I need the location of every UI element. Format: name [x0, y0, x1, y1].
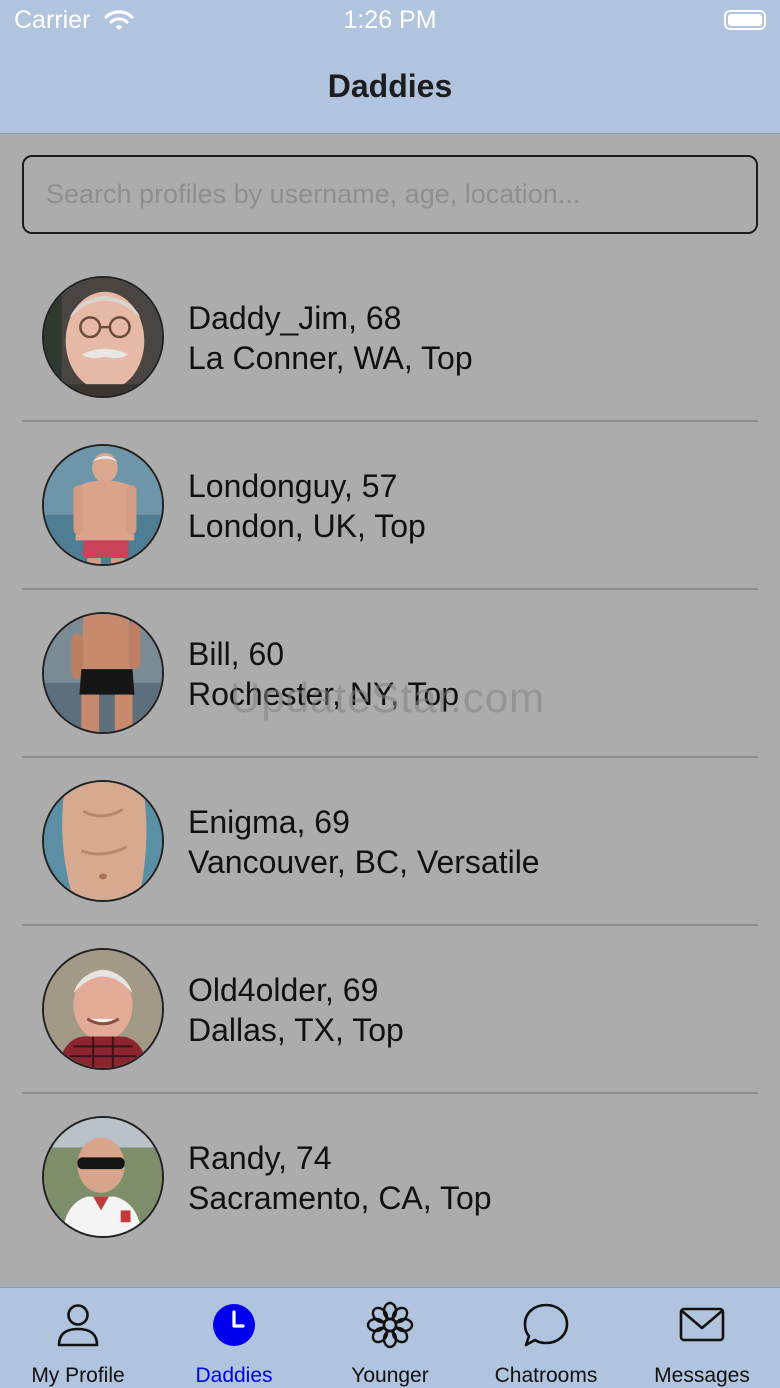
profile-row[interactable]: Randy, 74 Sacramento, CA, Top — [0, 1094, 780, 1262]
tab-my-profile[interactable]: My Profile — [0, 1288, 156, 1388]
tab-label: Younger — [351, 1364, 429, 1387]
tab-bar: My Profile Daddies Younger Chatrooms Mes… — [0, 1287, 780, 1388]
tab-label: Chatrooms — [494, 1364, 598, 1387]
battery-icon — [724, 10, 766, 30]
tab-label: My Profile — [31, 1364, 125, 1387]
profile-name-age: Bill, 60 — [188, 636, 285, 672]
avatar — [42, 1116, 164, 1238]
status-bar: Carrier 1:26 PM — [0, 0, 780, 44]
profile-location-role: La Conner, WA, Top — [188, 340, 473, 376]
avatar — [42, 276, 164, 398]
profile-list: Daddy_Jim, 68 La Conner, WA, Top Londong… — [0, 254, 780, 1262]
clock-label: 1:26 PM — [343, 6, 437, 34]
tab-chatrooms[interactable]: Chatrooms — [468, 1288, 624, 1388]
profile-location-role: Rochester, NY, Top — [188, 676, 459, 712]
profile-row[interactable]: Bill, 60 Rochester, NY, Top — [0, 590, 780, 758]
tab-daddies[interactable]: Daddies — [156, 1288, 312, 1388]
clock-icon — [209, 1300, 259, 1350]
profile-location-role: Dallas, TX, Top — [188, 1012, 404, 1048]
profile-row[interactable]: Daddy_Jim, 68 La Conner, WA, Top — [0, 254, 780, 422]
person-icon — [53, 1300, 103, 1350]
profile-name-age: Randy, 74 — [188, 1140, 332, 1176]
profile-location-role: London, UK, Top — [188, 508, 426, 544]
avatar — [42, 612, 164, 734]
avatar — [42, 948, 164, 1070]
profile-name-age: Daddy_Jim, 68 — [188, 300, 402, 336]
tab-label: Messages — [654, 1364, 750, 1387]
navigation-header: Carrier 1:26 PM Daddies — [0, 0, 780, 134]
tab-messages[interactable]: Messages — [624, 1288, 780, 1388]
tab-label: Daddies — [195, 1364, 273, 1387]
profile-name-age: Londonguy, 57 — [188, 468, 398, 504]
profile-name-age: Enigma, 69 — [188, 804, 350, 840]
chat-bubble-icon — [521, 1300, 571, 1350]
flower-icon — [365, 1300, 415, 1350]
envelope-icon — [677, 1300, 727, 1350]
profile-location-role: Sacramento, CA, Top — [188, 1180, 492, 1216]
avatar — [42, 780, 164, 902]
profile-row[interactable]: Londonguy, 57 London, UK, Top — [0, 422, 780, 590]
search-input[interactable] — [22, 155, 758, 234]
profile-row[interactable]: Old4older, 69 Dallas, TX, Top — [0, 926, 780, 1094]
page-title: Daddies — [327, 68, 453, 104]
profile-location-role: Vancouver, BC, Versatile — [188, 844, 540, 880]
profile-name-age: Old4older, 69 — [188, 972, 379, 1008]
avatar — [42, 444, 164, 566]
tab-younger[interactable]: Younger — [312, 1288, 468, 1388]
profile-row[interactable]: Enigma, 69 Vancouver, BC, Versatile — [0, 758, 780, 926]
